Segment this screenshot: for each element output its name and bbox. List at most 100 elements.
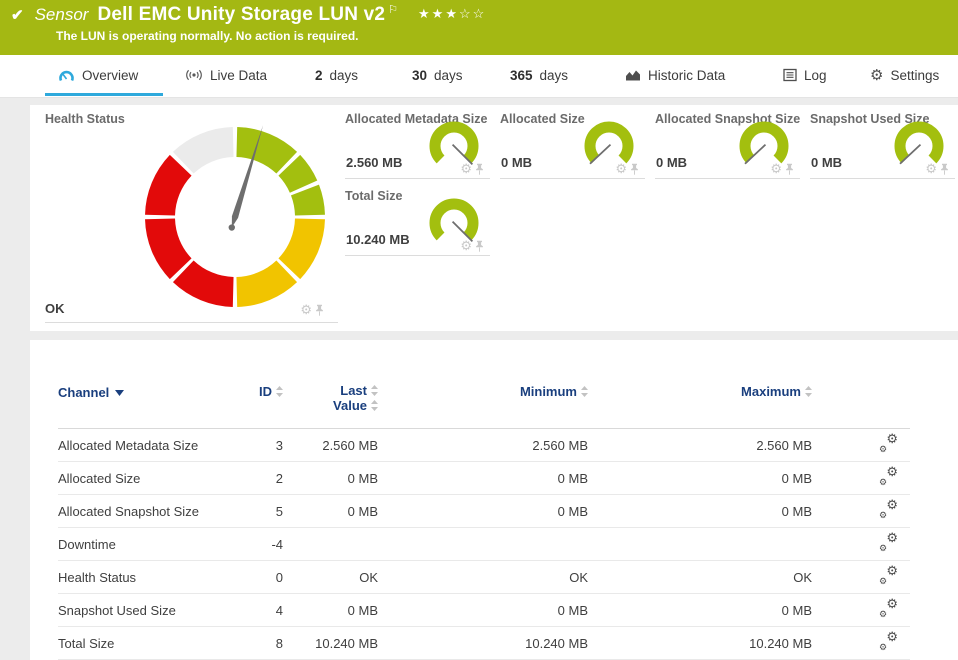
channel-id-cell: 0: [275, 569, 283, 585]
channel-settings-icon[interactable]: ⚙ ⚙: [879, 530, 898, 553]
tab-bar: Overview Live Data 2 days 30 days 365 da…: [0, 55, 958, 98]
tile-actions: ⚙: [460, 239, 484, 252]
tile-value: 0 MB: [501, 155, 533, 170]
channel-name-cell: Total Size: [58, 635, 115, 651]
sort-arrows-icon: [581, 385, 588, 400]
tab-live-data[interactable]: Live Data: [185, 55, 267, 95]
tab-log[interactable]: Log: [783, 55, 827, 95]
tile-actions: ⚙: [460, 162, 484, 175]
column-header-minimum[interactable]: Minimum: [378, 376, 588, 429]
channel-settings-icon[interactable]: ⚙ ⚙: [879, 597, 898, 619]
gear-large-icon: ⚙: [886, 464, 898, 479]
table-row: Allocated Metadata Size 3 2.560 MB 2.560 MB…: [58, 429, 910, 462]
channel-settings-icon[interactable]: ⚙ ⚙: [879, 564, 898, 586]
sort-arrows-icon: [371, 385, 378, 399]
health-status-tile: Health Status OK ⚙: [45, 112, 338, 323]
column-header-id[interactable]: ID: [228, 376, 283, 429]
column-header-maximum[interactable]: Maximum: [588, 376, 812, 429]
maximum-cell: 0 MB: [781, 470, 812, 486]
gear-large-icon: ⚙: [886, 497, 898, 512]
tab-label: days: [539, 67, 569, 83]
actions-cell: ⚙ ⚙: [812, 561, 910, 594]
tile-pin-icon[interactable]: [630, 163, 639, 175]
table-row: Allocated Snapshot Size 5 0 MB 0 MB 0 MB ⚙ ⚙: [58, 495, 910, 528]
tab-historic-data[interactable]: Historic Data: [625, 55, 725, 95]
tab-label: days: [434, 67, 463, 83]
tile-title: Total Size: [345, 189, 403, 203]
minimum-cell: 10.240 MB: [525, 635, 588, 651]
tab-label: days: [329, 67, 359, 83]
tab-label: Live Data: [210, 67, 268, 83]
tab-365-days[interactable]: 365 days: [510, 55, 568, 95]
column-header-last-value[interactable]: Last Value: [283, 376, 378, 429]
tab-number: 365: [510, 67, 533, 83]
sensor-status-message: The LUN is operating normally. No action…: [56, 29, 359, 43]
tile-pin-icon[interactable]: [940, 163, 949, 175]
tile-gear-icon[interactable]: ⚙: [460, 239, 472, 252]
tab-2-days[interactable]: 2 days: [315, 55, 358, 95]
maximum-cell: [588, 528, 812, 561]
channel-name-cell: Health Status: [58, 569, 137, 585]
settings-gear-icon: ⚙: [870, 66, 884, 84]
column-label: Last: [340, 383, 367, 398]
gear-small-icon: ⚙: [879, 576, 888, 586]
channel-settings-icon[interactable]: ⚙ ⚙: [879, 464, 898, 487]
gear-large-icon: ⚙: [886, 530, 898, 545]
tab-label: Historic Data: [648, 67, 726, 83]
gear-small-icon: ⚙: [879, 543, 888, 553]
channel-id-cell: 3: [275, 437, 283, 453]
historic-data-icon: [626, 70, 640, 81]
maximum-cell: 0 MB: [781, 602, 812, 618]
channel-name-cell: Allocated Metadata Size: [58, 437, 199, 453]
gear-large-icon: ⚙: [886, 629, 898, 644]
active-tab-underline: [45, 93, 163, 96]
tile-pin-icon[interactable]: [785, 163, 794, 175]
column-label: Maximum: [741, 384, 801, 399]
health-gauge: [145, 125, 325, 307]
last-value-cell: [283, 528, 378, 561]
channel-id-cell: 5: [275, 503, 283, 519]
channels-panel: Channel ID Last Value Minimum Maximum Al…: [30, 340, 958, 660]
table-row: Snapshot Used Size 4 0 MB 0 MB 0 MB ⚙ ⚙: [58, 594, 910, 627]
tile-pin-icon[interactable]: [315, 304, 324, 316]
tile-gear-icon[interactable]: ⚙: [925, 162, 937, 175]
minimum-cell: 0 MB: [557, 503, 588, 519]
tile-value: 0 MB: [656, 155, 688, 170]
tile-pin-icon[interactable]: [475, 240, 484, 252]
channel-settings-icon[interactable]: ⚙ ⚙: [879, 497, 898, 520]
tile-gear-icon[interactable]: ⚙: [615, 162, 627, 175]
live-data-icon: [186, 69, 202, 81]
gear-small-icon: ⚙: [879, 642, 888, 652]
table-row: Health Status 0 OK OK OK ⚙ ⚙: [58, 561, 910, 594]
channel-name-cell: Downtime: [58, 536, 116, 552]
last-value-cell: 2.560 MB: [322, 437, 378, 453]
tile-value: 10.240 MB: [346, 232, 410, 247]
tile-gear-icon[interactable]: ⚙: [460, 162, 472, 175]
last-value-cell: 0 MB: [347, 470, 378, 486]
tab-settings[interactable]: ⚙ Settings: [870, 55, 939, 95]
column-header-channel[interactable]: Channel: [58, 376, 228, 429]
tab-30-days[interactable]: 30 days: [412, 55, 463, 95]
priority-stars[interactable]: ★★★☆☆: [418, 6, 486, 22]
channel-settings-icon[interactable]: ⚙ ⚙: [879, 432, 898, 454]
minimum-cell: [378, 528, 588, 561]
channel-name-cell: Allocated Size: [58, 470, 141, 486]
health-status-value: OK: [45, 301, 65, 316]
actions-cell: ⚙ ⚙: [812, 594, 910, 627]
tile-gear-icon[interactable]: ⚙: [300, 303, 312, 316]
priority-flag-icon[interactable]: ⚐: [388, 3, 398, 16]
tab-overview[interactable]: Overview: [58, 55, 138, 95]
tile-actions: ⚙: [615, 162, 639, 175]
maximum-cell: 0 MB: [781, 503, 812, 519]
sensor-header: ✔ Sensor Dell EMC Unity Storage LUN v2 ⚐…: [0, 0, 958, 55]
page-title: Dell EMC Unity Storage LUN v2: [97, 4, 386, 25]
tile-pin-icon[interactable]: [475, 163, 484, 175]
last-value-cell: 0 MB: [347, 602, 378, 618]
actions-cell: ⚙ ⚙: [812, 528, 910, 561]
actions-cell: ⚙ ⚙: [812, 627, 910, 660]
tile-gear-icon[interactable]: ⚙: [770, 162, 782, 175]
last-value-cell: 10.240 MB: [315, 635, 378, 651]
tile-actions: ⚙: [925, 162, 949, 175]
channel-settings-icon[interactable]: ⚙ ⚙: [879, 629, 898, 652]
gear-small-icon: ⚙: [879, 444, 888, 454]
